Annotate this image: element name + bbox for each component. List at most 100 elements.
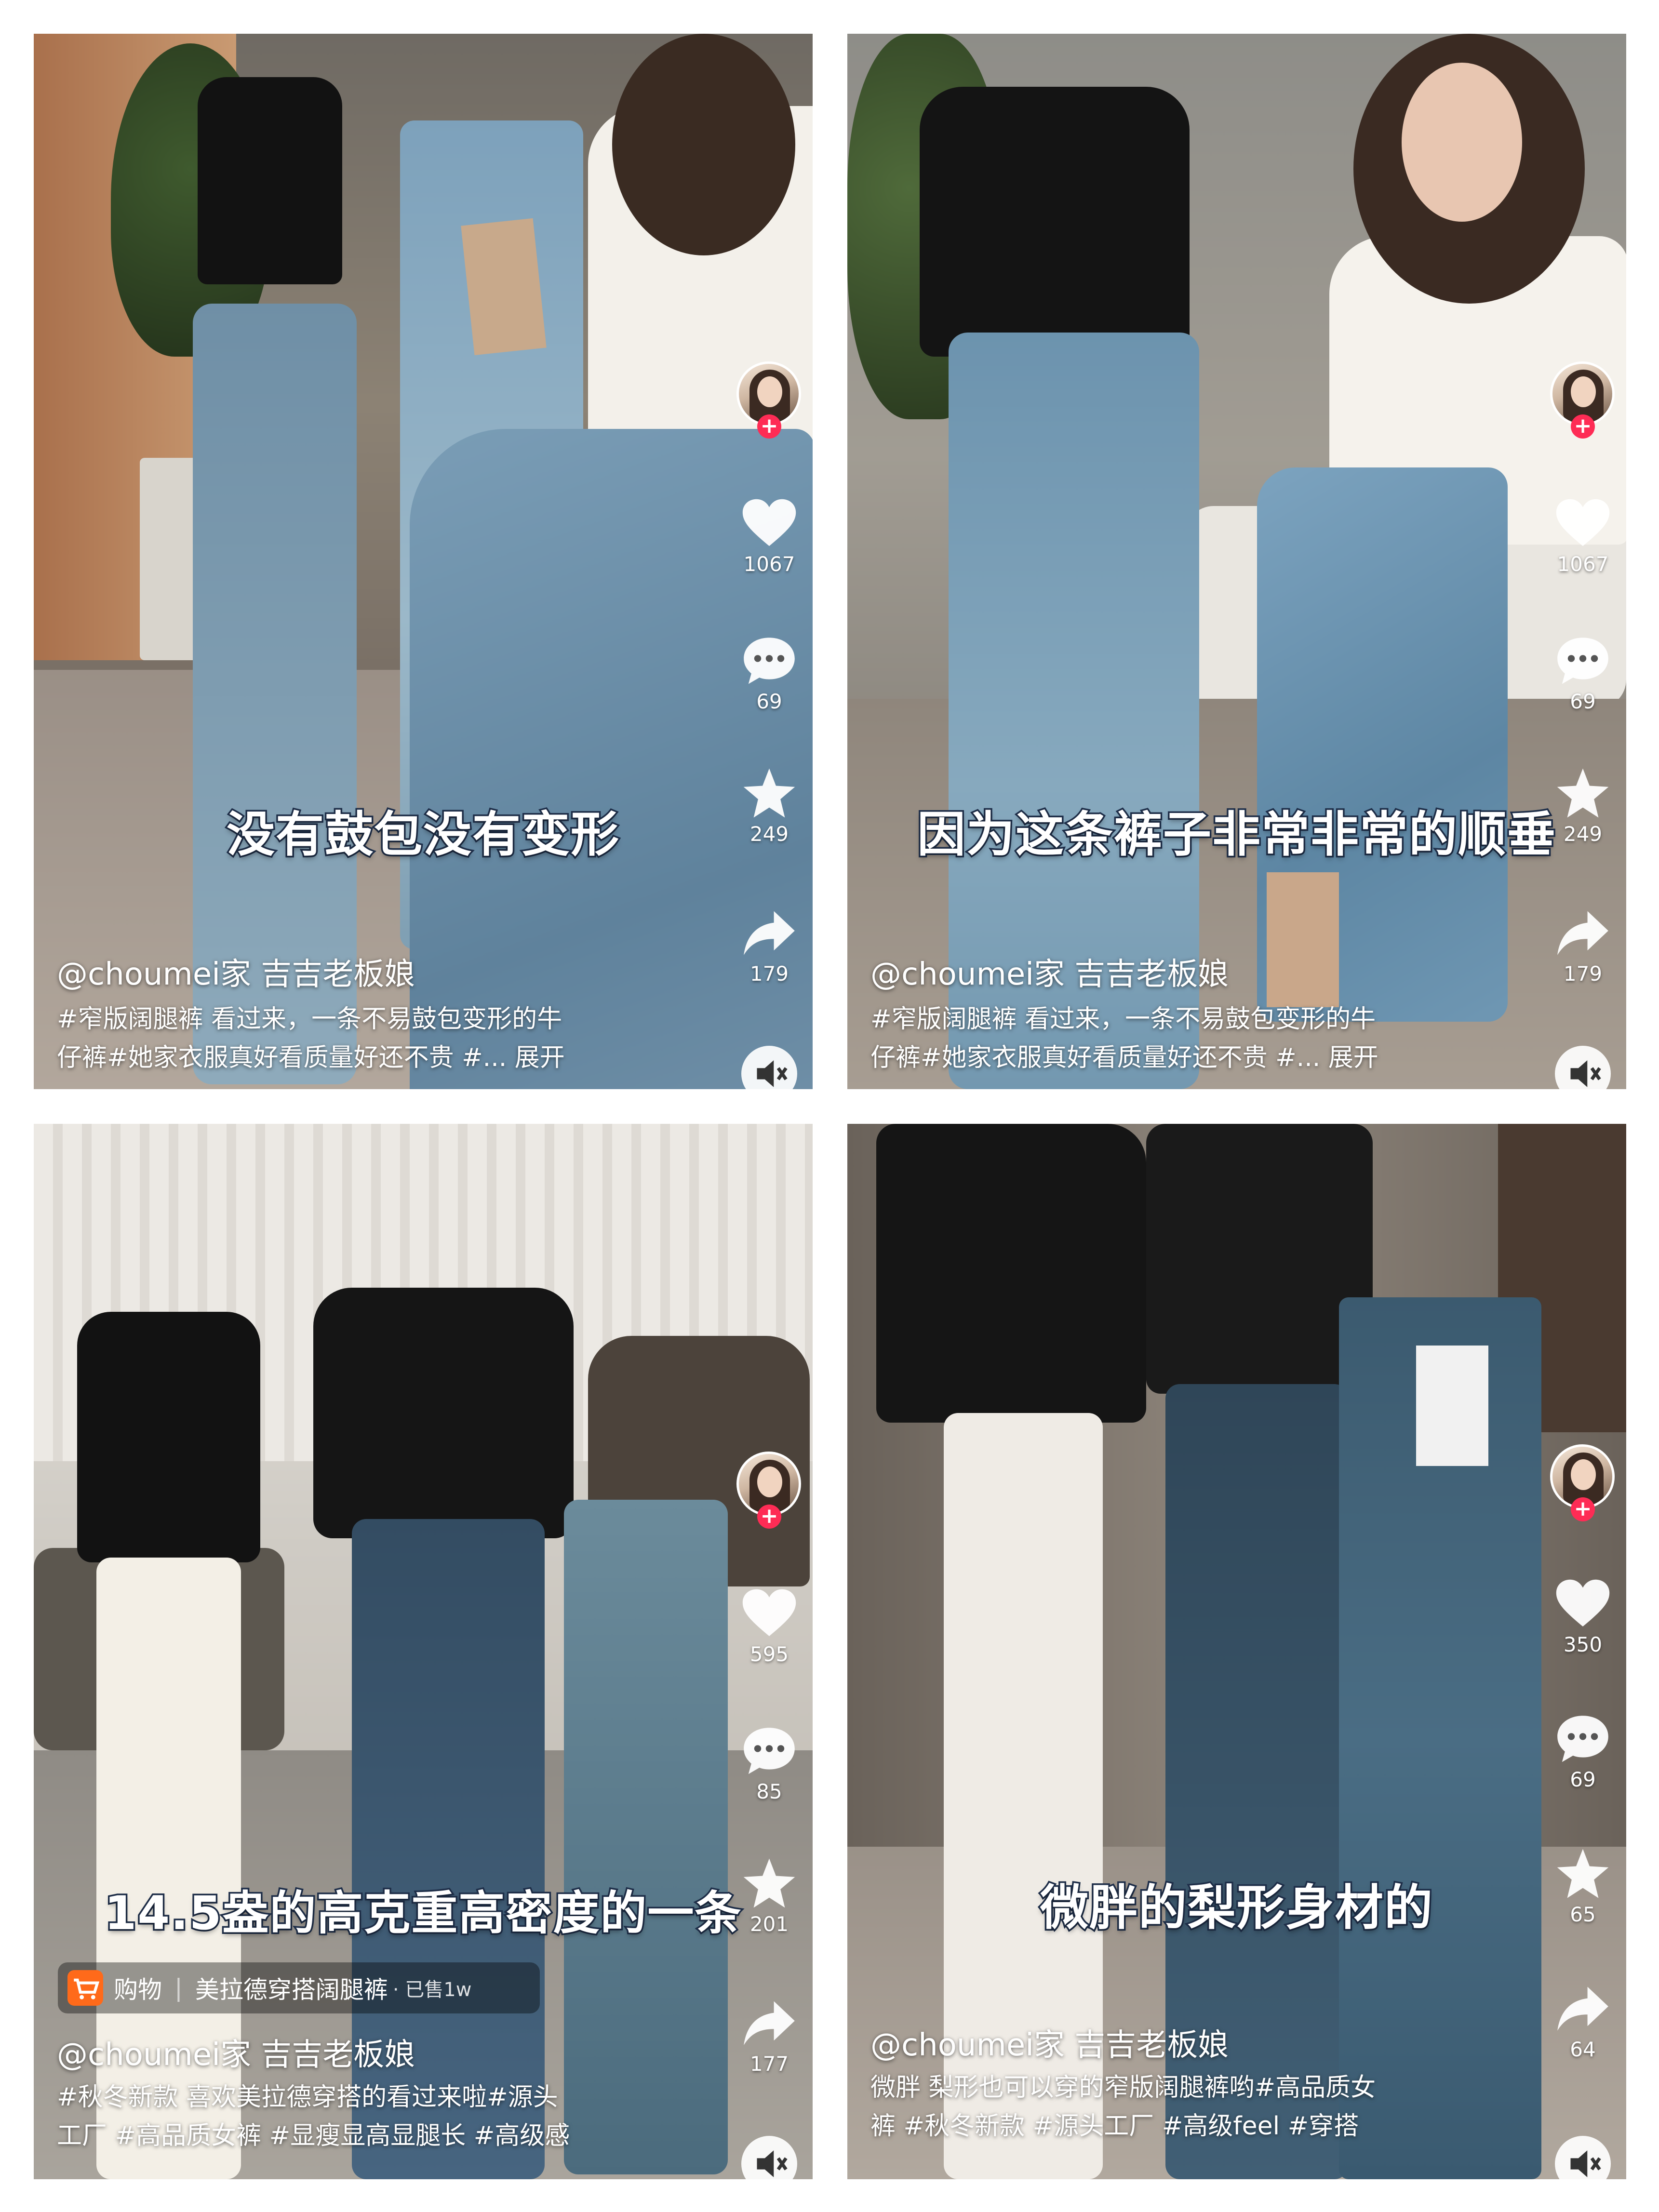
comment-icon	[1557, 638, 1608, 684]
like-button[interactable]: 1067	[1539, 496, 1626, 576]
face	[1402, 63, 1522, 222]
share-icon	[1557, 1986, 1608, 2031]
held-jeans	[564, 1500, 728, 2174]
model-top	[920, 87, 1190, 357]
like-button[interactable]: 1067	[726, 496, 813, 576]
mute-icon	[757, 2150, 788, 2177]
description-line[interactable]: 仔裤#她家衣服真好看质量好还不贵 #... 展开	[870, 1039, 1507, 1077]
model-left-jacket	[77, 1312, 260, 1562]
shop-sold-count: · 已售1w	[392, 1979, 472, 2001]
share-button[interactable]: 177	[726, 1996, 813, 2076]
star-icon	[1557, 768, 1609, 818]
description-line[interactable]: 微胖 梨形也可以穿的窄版阔腿裤哟#高品质女	[870, 2068, 1507, 2107]
like-count: 1067	[743, 552, 795, 576]
video-frame	[34, 34, 813, 1089]
subtitle-caption: 因为这条裤子非常非常的顺垂	[916, 805, 1557, 865]
action-rail: + 350 69 65 64	[1539, 1124, 1626, 2179]
action-rail: + 1067 69 249 179	[726, 34, 813, 1089]
favorite-button[interactable]: 249	[726, 766, 813, 846]
star-icon	[1557, 1849, 1609, 1898]
follow-button[interactable]: +	[1571, 414, 1595, 439]
shop-product-name: 美拉德穿搭阔腿裤	[195, 1976, 388, 2004]
like-count: 1067	[1557, 552, 1609, 576]
shopping-anchor[interactable]: 购物 | 美拉德穿搭阔腿裤 · 已售1w	[58, 1962, 540, 2013]
comment-count: 69	[756, 690, 782, 713]
share-button[interactable]: 64	[1539, 1982, 1626, 2061]
comment-icon	[744, 1728, 795, 1774]
mute-button[interactable]	[1555, 2136, 1611, 2179]
star-icon	[743, 1858, 795, 1908]
heart-icon	[742, 1589, 796, 1636]
follow-button[interactable]: +	[1571, 1497, 1595, 1521]
like-button[interactable]: 595	[726, 1586, 813, 1666]
share-button[interactable]: 179	[726, 906, 813, 986]
description-line[interactable]: 工厂 #高品质女裤 #显瘦显高显腿长 #高级感	[57, 2117, 693, 2155]
subtitle-caption: 没有鼓包没有变形	[225, 805, 621, 865]
video-frame	[34, 1124, 813, 2179]
follow-button[interactable]: +	[757, 414, 781, 439]
video-description: #窄版阔腿裤 看过来，一条不易鼓包变形的牛 仔裤#她家衣服真好看质量好还不贵 #…	[870, 1000, 1507, 1077]
share-count: 179	[1563, 962, 1603, 986]
video-description: 微胖 梨形也可以穿的窄版阔腿裤哟#高品质女 裤 #秋冬新款 #源头工厂 #高级f…	[870, 2068, 1507, 2145]
favorite-button[interactable]: 65	[1539, 1847, 1626, 1926]
follow-button[interactable]: +	[757, 1505, 781, 1529]
share-icon	[1557, 911, 1608, 955]
video-card-1[interactable]: 没有鼓包没有变形 @choumei家 吉吉老板娘 #窄版阔腿裤 看过来，一条不易…	[34, 34, 813, 1089]
description-line[interactable]: 仔裤#她家衣服真好看质量好还不贵 #... 展开	[57, 1039, 693, 1077]
comment-icon	[744, 638, 795, 684]
comment-count: 69	[1570, 690, 1596, 713]
share-count: 179	[749, 962, 789, 986]
video-description: #秋冬新款 喜欢美拉德穿搭的看过来啦#源头 工厂 #高品质女裤 #显瘦显高显腿长…	[57, 2078, 693, 2155]
heart-icon	[742, 499, 796, 546]
comment-button[interactable]: 69	[726, 634, 813, 713]
share-icon	[744, 2001, 795, 2045]
comment-button[interactable]: 69	[1539, 634, 1626, 713]
description-line[interactable]: #窄版阔腿裤 看过来，一条不易鼓包变形的牛	[870, 1000, 1507, 1039]
author-name[interactable]: @choumei家 吉吉老板娘	[870, 949, 1229, 994]
favorite-button[interactable]: 249	[1539, 766, 1626, 846]
share-count: 64	[1570, 2038, 1596, 2061]
mute-button[interactable]	[1555, 1046, 1611, 1089]
author-name[interactable]: @choumei家 吉吉老板娘	[870, 2020, 1229, 2065]
video-description: #窄版阔腿裤 看过来，一条不易鼓包变形的牛 仔裤#她家衣服真好看质量好还不贵 #…	[57, 1000, 693, 1077]
shop-separator: |	[174, 1974, 183, 2002]
description-line[interactable]: 裤 #秋冬新款 #源头工厂 #高级feel #穿搭	[870, 2107, 1507, 2145]
heart-icon	[1556, 1579, 1610, 1626]
like-count: 595	[749, 1642, 789, 1666]
video-card-2[interactable]: 因为这条裤子非常非常的顺垂 @choumei家 吉吉老板娘 #窄版阔腿裤 看过来…	[847, 34, 1626, 1089]
mute-button[interactable]	[741, 2136, 797, 2179]
video-card-4[interactable]: 微胖的梨形身材的 @choumei家 吉吉老板娘 微胖 梨形也可以穿的窄版阔腿裤…	[847, 1124, 1626, 2179]
video-card-3[interactable]: 14.5盎的高克重高密度的一条 购物 | 美拉德穿搭阔腿裤 · 已售1w @ch…	[34, 1124, 813, 2179]
heart-icon	[1556, 499, 1610, 546]
share-icon	[744, 911, 795, 955]
share-button[interactable]: 179	[1539, 906, 1626, 986]
description-line[interactable]: #秋冬新款 喜欢美拉德穿搭的看过来啦#源头	[57, 2078, 693, 2117]
comment-count: 69	[1570, 1768, 1596, 1791]
price-tag	[1267, 872, 1339, 1007]
subtitle-caption: 微胖的梨形身材的	[1039, 1878, 1434, 1938]
subtitle-caption: 14.5盎的高克重高密度的一条	[103, 1885, 743, 1942]
like-button[interactable]: 350	[1539, 1577, 1626, 1656]
mute-icon	[757, 1060, 788, 1087]
back-model-top	[198, 77, 342, 284]
comment-button[interactable]: 85	[726, 1724, 813, 1803]
mute-button[interactable]	[741, 1046, 797, 1089]
author-name[interactable]: @choumei家 吉吉老板娘	[57, 2030, 415, 2074]
favorite-count: 65	[1570, 1903, 1596, 1926]
cart-icon	[67, 1970, 103, 2006]
comment-button[interactable]: 69	[1539, 1712, 1626, 1791]
mute-icon	[1570, 1060, 1601, 1087]
shop-label: 购物	[114, 1976, 162, 2004]
favorite-count: 249	[1563, 822, 1603, 846]
comment-count: 85	[756, 1780, 782, 1803]
favorite-button[interactable]: 201	[726, 1856, 813, 1936]
price-tag	[461, 218, 547, 356]
mute-icon	[1570, 2150, 1601, 2177]
favorite-count: 201	[749, 1912, 789, 1936]
share-count: 177	[749, 2052, 789, 2076]
model-left-jacket	[876, 1124, 1146, 1423]
description-line[interactable]: #窄版阔腿裤 看过来，一条不易鼓包变形的牛	[57, 1000, 693, 1039]
favorite-count: 249	[749, 822, 789, 846]
author-name[interactable]: @choumei家 吉吉老板娘	[57, 949, 415, 994]
comment-icon	[1557, 1716, 1608, 1762]
